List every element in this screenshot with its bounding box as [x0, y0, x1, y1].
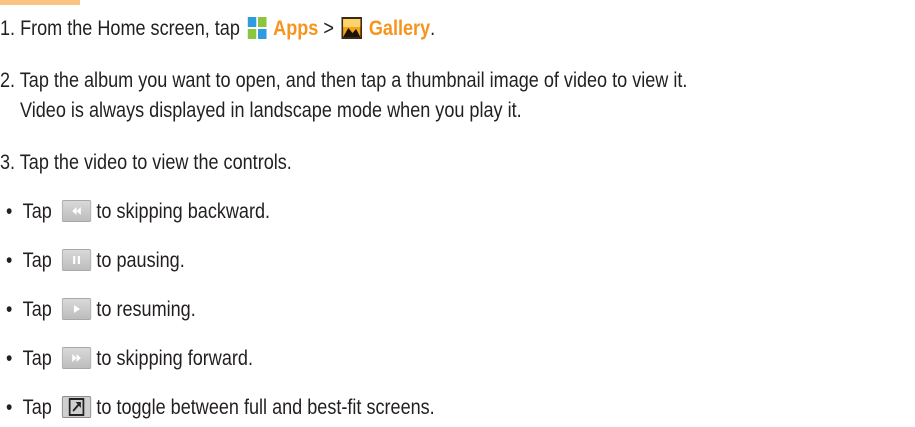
pause-icon [61, 249, 92, 271]
bullet-dot: • [6, 200, 13, 223]
tap-label: Tap [22, 347, 52, 370]
step-1: 1. From the Home screen, tap Apps > Gall… [0, 16, 435, 46]
step-2-line-1: 2. Tap the album you want to open, and t… [0, 69, 688, 92]
list-item-pause: • Tap to pausing. [0, 248, 185, 274]
rewind-text: to skipping backward. [96, 200, 271, 223]
bullet-dot: • [6, 298, 13, 321]
list-item-rewind: • Tap to skipping backward. [0, 199, 270, 225]
apps-icon [247, 17, 267, 46]
play-icon [61, 298, 92, 320]
header-accent-strip [0, 0, 80, 5]
apps-label: Apps [273, 17, 319, 40]
forward-text: to skipping forward. [96, 347, 253, 370]
step-2-line-2: Video is always displayed in landscape m… [20, 99, 522, 122]
tap-label: Tap [22, 298, 52, 321]
bullet-dot: • [6, 347, 13, 370]
fast-forward-icon [61, 347, 92, 369]
play-text: to resuming. [96, 298, 196, 321]
gallery-label: Gallery [368, 17, 431, 40]
rewind-icon [61, 200, 92, 222]
tap-label: Tap [22, 249, 52, 272]
step-3: 3. Tap the video to view the controls. [0, 151, 292, 174]
step-1-text: 1. From the Home screen, tap [0, 17, 240, 40]
fit-text: to toggle between full and best-fit scre… [96, 396, 435, 419]
breadcrumb-separator: > [323, 17, 334, 40]
bullet-dot: • [6, 249, 13, 272]
tap-label: Tap [22, 396, 52, 419]
pause-text: to pausing. [96, 249, 185, 272]
step-1-end: . [430, 17, 436, 40]
list-item-play: • Tap to resuming. [0, 297, 196, 323]
list-item-forward: • Tap to skipping forward. [0, 346, 253, 372]
tap-label: Tap [22, 200, 52, 223]
gallery-icon [341, 17, 363, 46]
list-item-fit: • Tap to toggle between full and best-fit… [0, 395, 435, 421]
fit-screen-icon [61, 396, 92, 418]
bullet-dot: • [6, 396, 13, 419]
